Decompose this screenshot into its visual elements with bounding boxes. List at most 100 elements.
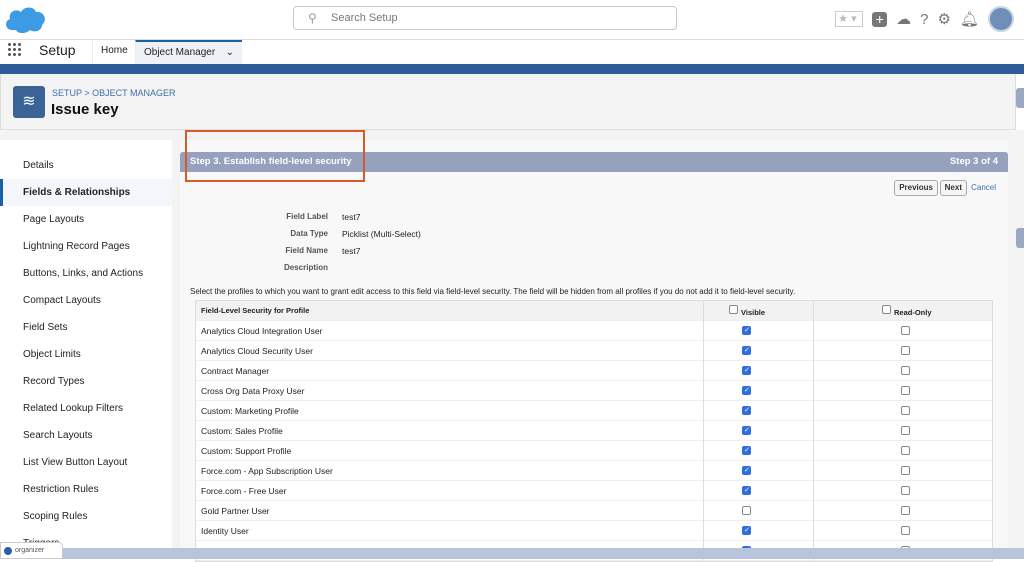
profile-name[interactable]: Custom: Sales Profile bbox=[201, 426, 283, 436]
visible-checkbox[interactable] bbox=[742, 486, 751, 495]
table-row: Custom: Sales Profile bbox=[196, 421, 992, 441]
organizer-tab[interactable]: organizer bbox=[0, 542, 63, 559]
table-row: Identity User bbox=[196, 521, 992, 541]
bottom-bar bbox=[0, 548, 1024, 559]
sidebar-item[interactable]: Restriction Rules bbox=[0, 476, 172, 503]
trailhead-icon[interactable]: ☁ bbox=[896, 10, 911, 28]
sidebar-item[interactable]: Fields & Relationships bbox=[0, 179, 172, 206]
profile-name[interactable]: Contract Manager bbox=[201, 366, 269, 376]
app-launcher-icon[interactable] bbox=[8, 43, 22, 57]
avatar[interactable] bbox=[988, 6, 1014, 32]
readonly-checkbox[interactable] bbox=[901, 486, 910, 495]
side-panel-toggle[interactable] bbox=[1016, 228, 1024, 248]
layers-icon: ≋ bbox=[13, 86, 45, 118]
table-row: Analytics Cloud Security User bbox=[196, 341, 992, 361]
readonly-checkbox[interactable] bbox=[901, 446, 910, 455]
profile-name[interactable]: Custom: Support Profile bbox=[201, 446, 291, 456]
profile-name[interactable]: Analytics Cloud Integration User bbox=[201, 326, 322, 336]
cancel-link[interactable]: Cancel bbox=[971, 183, 996, 192]
sidebar-item[interactable]: List View Button Layout bbox=[0, 449, 172, 476]
top-bar: ⚲ Search Setup ★ ▾ + ☁ ? ⚙ 🔔︎ bbox=[0, 0, 1024, 40]
readonly-checkbox[interactable] bbox=[901, 346, 910, 355]
sidebar-item[interactable]: Object Limits bbox=[0, 341, 172, 368]
profile-name[interactable]: Force.com - App Subscription User bbox=[201, 466, 333, 476]
visible-checkbox[interactable] bbox=[742, 526, 751, 535]
field-value: test7 bbox=[342, 246, 361, 256]
readonly-checkbox[interactable] bbox=[901, 466, 910, 475]
readonly-checkbox[interactable] bbox=[901, 406, 910, 415]
sidebar-item[interactable]: Record Types bbox=[0, 368, 172, 395]
favorites-star-icon[interactable]: ★ ▾ bbox=[835, 11, 864, 27]
sidebar-item[interactable]: Details bbox=[0, 152, 172, 179]
page-title: Issue key bbox=[51, 101, 119, 118]
readonly-checkbox[interactable] bbox=[901, 426, 910, 435]
visible-all-checkbox[interactable] bbox=[729, 305, 738, 314]
step-count: Step 3 of 4 bbox=[949, 156, 998, 167]
nav-bar: Setup Home Object Manager ⌄ bbox=[0, 40, 1024, 64]
add-icon[interactable]: + bbox=[872, 11, 888, 27]
visible-checkbox[interactable] bbox=[742, 386, 751, 395]
table-row: Force.com - App Subscription User bbox=[196, 461, 992, 481]
field-label: Field Name bbox=[285, 246, 328, 255]
sidebar-item[interactable]: Field Sets bbox=[0, 314, 172, 341]
table-row: Force.com - Free User bbox=[196, 481, 992, 501]
visible-checkbox[interactable] bbox=[742, 406, 751, 415]
table-row: Cross Org Data Proxy User bbox=[196, 381, 992, 401]
sidebar-item[interactable]: Buttons, Links, and Actions bbox=[0, 260, 172, 287]
readonly-checkbox[interactable] bbox=[901, 386, 910, 395]
field-label: Data Type bbox=[290, 229, 328, 238]
visible-checkbox[interactable] bbox=[742, 466, 751, 475]
sidebar-item[interactable]: Compact Layouts bbox=[0, 287, 172, 314]
salesforce-logo[interactable] bbox=[4, 4, 46, 34]
breadcrumb[interactable]: SETUP > OBJECT MANAGER bbox=[52, 88, 175, 98]
visible-checkbox[interactable] bbox=[742, 446, 751, 455]
bell-icon[interactable]: 🔔︎ bbox=[960, 10, 979, 28]
visible-checkbox[interactable] bbox=[742, 366, 751, 375]
profile-name[interactable]: Gold Partner User bbox=[201, 506, 270, 516]
field-label: Field Label bbox=[286, 212, 328, 221]
chevron-down-icon[interactable]: ⌄ bbox=[226, 42, 234, 64]
help-icon[interactable]: ? bbox=[920, 11, 928, 28]
field-value: test7 bbox=[342, 212, 361, 222]
next-button[interactable]: Next bbox=[939, 180, 967, 196]
app-title: Setup bbox=[39, 42, 76, 58]
visible-checkbox[interactable] bbox=[742, 326, 751, 335]
sidebar-item[interactable]: Lightning Record Pages bbox=[0, 233, 172, 260]
profile-name[interactable]: Identity User bbox=[201, 526, 249, 536]
search-input[interactable]: ⚲ Search Setup bbox=[293, 6, 677, 30]
tab-object-manager[interactable]: Object Manager ⌄ bbox=[135, 40, 242, 64]
visible-checkbox[interactable] bbox=[742, 426, 751, 435]
sidebar-item[interactable]: Page Layouts bbox=[0, 206, 172, 233]
sidebar-item[interactable]: Scoping Rules bbox=[0, 503, 172, 530]
header-band bbox=[0, 64, 1024, 74]
gear-icon[interactable]: ⚙ bbox=[938, 10, 951, 28]
main-panel: Step 3. Establish field-level security S… bbox=[180, 140, 1008, 562]
previous-button[interactable]: Previous bbox=[894, 180, 938, 196]
table-row: Analytics Cloud Integration User bbox=[196, 321, 992, 341]
search-icon: ⚲ bbox=[308, 11, 317, 25]
readonly-all-checkbox[interactable] bbox=[882, 305, 891, 314]
field-label: Description bbox=[283, 263, 328, 272]
table-row: Contract Manager bbox=[196, 361, 992, 381]
visible-checkbox[interactable] bbox=[742, 506, 751, 515]
sidebar-item[interactable]: Search Layouts bbox=[0, 422, 172, 449]
side-panel-toggle[interactable] bbox=[1016, 88, 1024, 108]
table-row: Custom: Support Profile bbox=[196, 441, 992, 461]
sidebar: Details Fields & Relationships Page Layout… bbox=[0, 140, 172, 550]
readonly-checkbox[interactable] bbox=[901, 326, 910, 335]
table-row: Gold Partner User bbox=[196, 501, 992, 521]
profile-name[interactable]: Analytics Cloud Security User bbox=[201, 346, 313, 356]
readonly-checkbox[interactable] bbox=[901, 366, 910, 375]
field-value: Picklist (Multi-Select) bbox=[342, 229, 421, 239]
fls-table: Field-Level Security for Profile Visible… bbox=[195, 300, 993, 562]
profile-name[interactable]: Cross Org Data Proxy User bbox=[201, 386, 304, 396]
table-row: Custom: Marketing Profile bbox=[196, 401, 992, 421]
profile-name[interactable]: Custom: Marketing Profile bbox=[201, 406, 299, 416]
readonly-checkbox[interactable] bbox=[901, 526, 910, 535]
profile-name[interactable]: Force.com - Free User bbox=[201, 486, 287, 496]
tab-home[interactable]: Home bbox=[92, 40, 136, 64]
readonly-checkbox[interactable] bbox=[901, 506, 910, 515]
table-header: Field-Level Security for Profile Visible… bbox=[196, 301, 992, 321]
visible-checkbox[interactable] bbox=[742, 346, 751, 355]
sidebar-item[interactable]: Related Lookup Filters bbox=[0, 395, 172, 422]
